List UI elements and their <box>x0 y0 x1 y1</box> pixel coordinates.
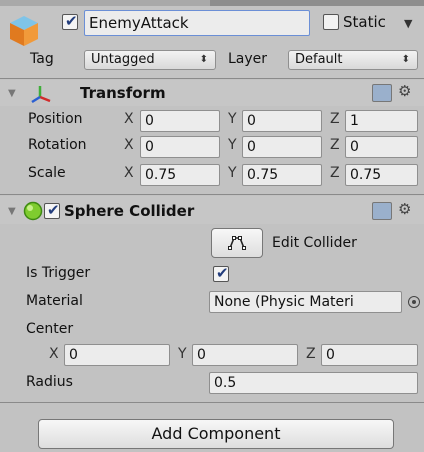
sphere-collider-enabled-checkbox[interactable]: ✔ <box>44 201 60 219</box>
position-label: Position <box>28 111 83 127</box>
material-label: Material <box>26 293 83 309</box>
scale-x-field[interactable]: 0.75 <box>140 164 220 186</box>
layer-dropdown[interactable]: Default ⬍ <box>288 50 418 70</box>
position-x-field[interactable]: 0 <box>140 110 220 132</box>
active-checkbox[interactable]: ✔ <box>62 12 78 30</box>
checkmark-icon: ✔ <box>47 201 60 219</box>
center-y-field[interactable]: 0 <box>192 344 298 366</box>
center-x-field[interactable]: 0 <box>64 344 170 366</box>
gameobject-cube-icon <box>10 16 38 46</box>
divider <box>0 194 424 195</box>
divider <box>0 402 424 403</box>
axis-z-label: Z <box>330 111 340 127</box>
layer-value: Default <box>295 52 343 67</box>
tag-label: Tag <box>30 51 54 67</box>
axis-x-label: X <box>49 346 59 362</box>
axis-z-label: Z <box>306 346 316 362</box>
add-component-button[interactable]: Add Component <box>38 419 394 449</box>
edit-collider-button[interactable] <box>211 228 263 258</box>
center-label: Center <box>26 321 74 337</box>
is-trigger-label: Is Trigger <box>26 265 91 281</box>
gear-icon[interactable]: ⚙ <box>398 200 411 218</box>
divider <box>0 78 424 79</box>
edit-collider-label: Edit Collider <box>272 235 357 251</box>
help-book-icon[interactable] <box>372 202 392 220</box>
scale-y-field[interactable]: 0.75 <box>242 164 322 186</box>
foldout-expanded-icon[interactable]: ▼ <box>8 88 16 99</box>
axis-z-label: Z <box>330 165 340 181</box>
axis-x-label: X <box>124 111 134 127</box>
help-book-icon[interactable] <box>372 84 392 102</box>
is-trigger-checkbox[interactable]: ✔ <box>213 264 229 282</box>
static-dropdown-icon[interactable]: ▼ <box>404 17 412 30</box>
foldout-expanded-icon[interactable]: ▼ <box>8 206 16 217</box>
static-checkbox[interactable] <box>323 14 339 30</box>
axis-y-label: Y <box>228 137 237 153</box>
axis-y-label: Y <box>228 165 237 181</box>
radius-label: Radius <box>26 374 73 390</box>
center-z-field[interactable]: 0 <box>321 344 418 366</box>
position-y-field[interactable]: 0 <box>242 110 322 132</box>
gear-icon[interactable]: ⚙ <box>398 82 411 100</box>
rotation-x-field[interactable]: 0 <box>140 136 220 158</box>
axis-y-label: Y <box>228 111 237 127</box>
rotation-label: Rotation <box>28 137 87 153</box>
updown-icon: ⬍ <box>199 54 208 65</box>
rotation-y-field[interactable]: 0 <box>242 136 322 158</box>
object-picker-icon[interactable] <box>408 296 420 308</box>
axis-x-label: X <box>124 165 134 181</box>
tag-value: Untagged <box>91 52 155 67</box>
scale-z-field[interactable]: 0.75 <box>345 164 418 186</box>
position-z-field[interactable]: 1 <box>345 110 418 132</box>
transform-title: Transform <box>80 84 166 102</box>
static-label: Static <box>343 13 386 31</box>
layer-label: Layer <box>228 51 268 67</box>
sphere-collider-icon <box>23 201 43 221</box>
checkmark-icon: ✔ <box>216 264 229 282</box>
rotation-z-field[interactable]: 0 <box>345 136 418 158</box>
checkmark-icon: ✔ <box>65 12 78 30</box>
scale-label: Scale <box>28 165 66 181</box>
sphere-collider-title: Sphere Collider <box>64 202 195 220</box>
gameobject-name-input[interactable]: EnemyAttack <box>84 10 310 36</box>
updown-icon: ⬍ <box>401 54 410 65</box>
axis-y-label: Y <box>178 346 187 362</box>
material-field[interactable]: None (Physic Materi <box>209 291 402 313</box>
radius-field[interactable]: 0.5 <box>209 372 418 394</box>
edit-collider-icon <box>228 236 246 250</box>
transform-axes-icon <box>31 86 51 104</box>
axis-x-label: X <box>124 137 134 153</box>
tag-dropdown[interactable]: Untagged ⬍ <box>84 50 216 70</box>
axis-z-label: Z <box>330 137 340 153</box>
transform-header[interactable] <box>0 80 424 106</box>
